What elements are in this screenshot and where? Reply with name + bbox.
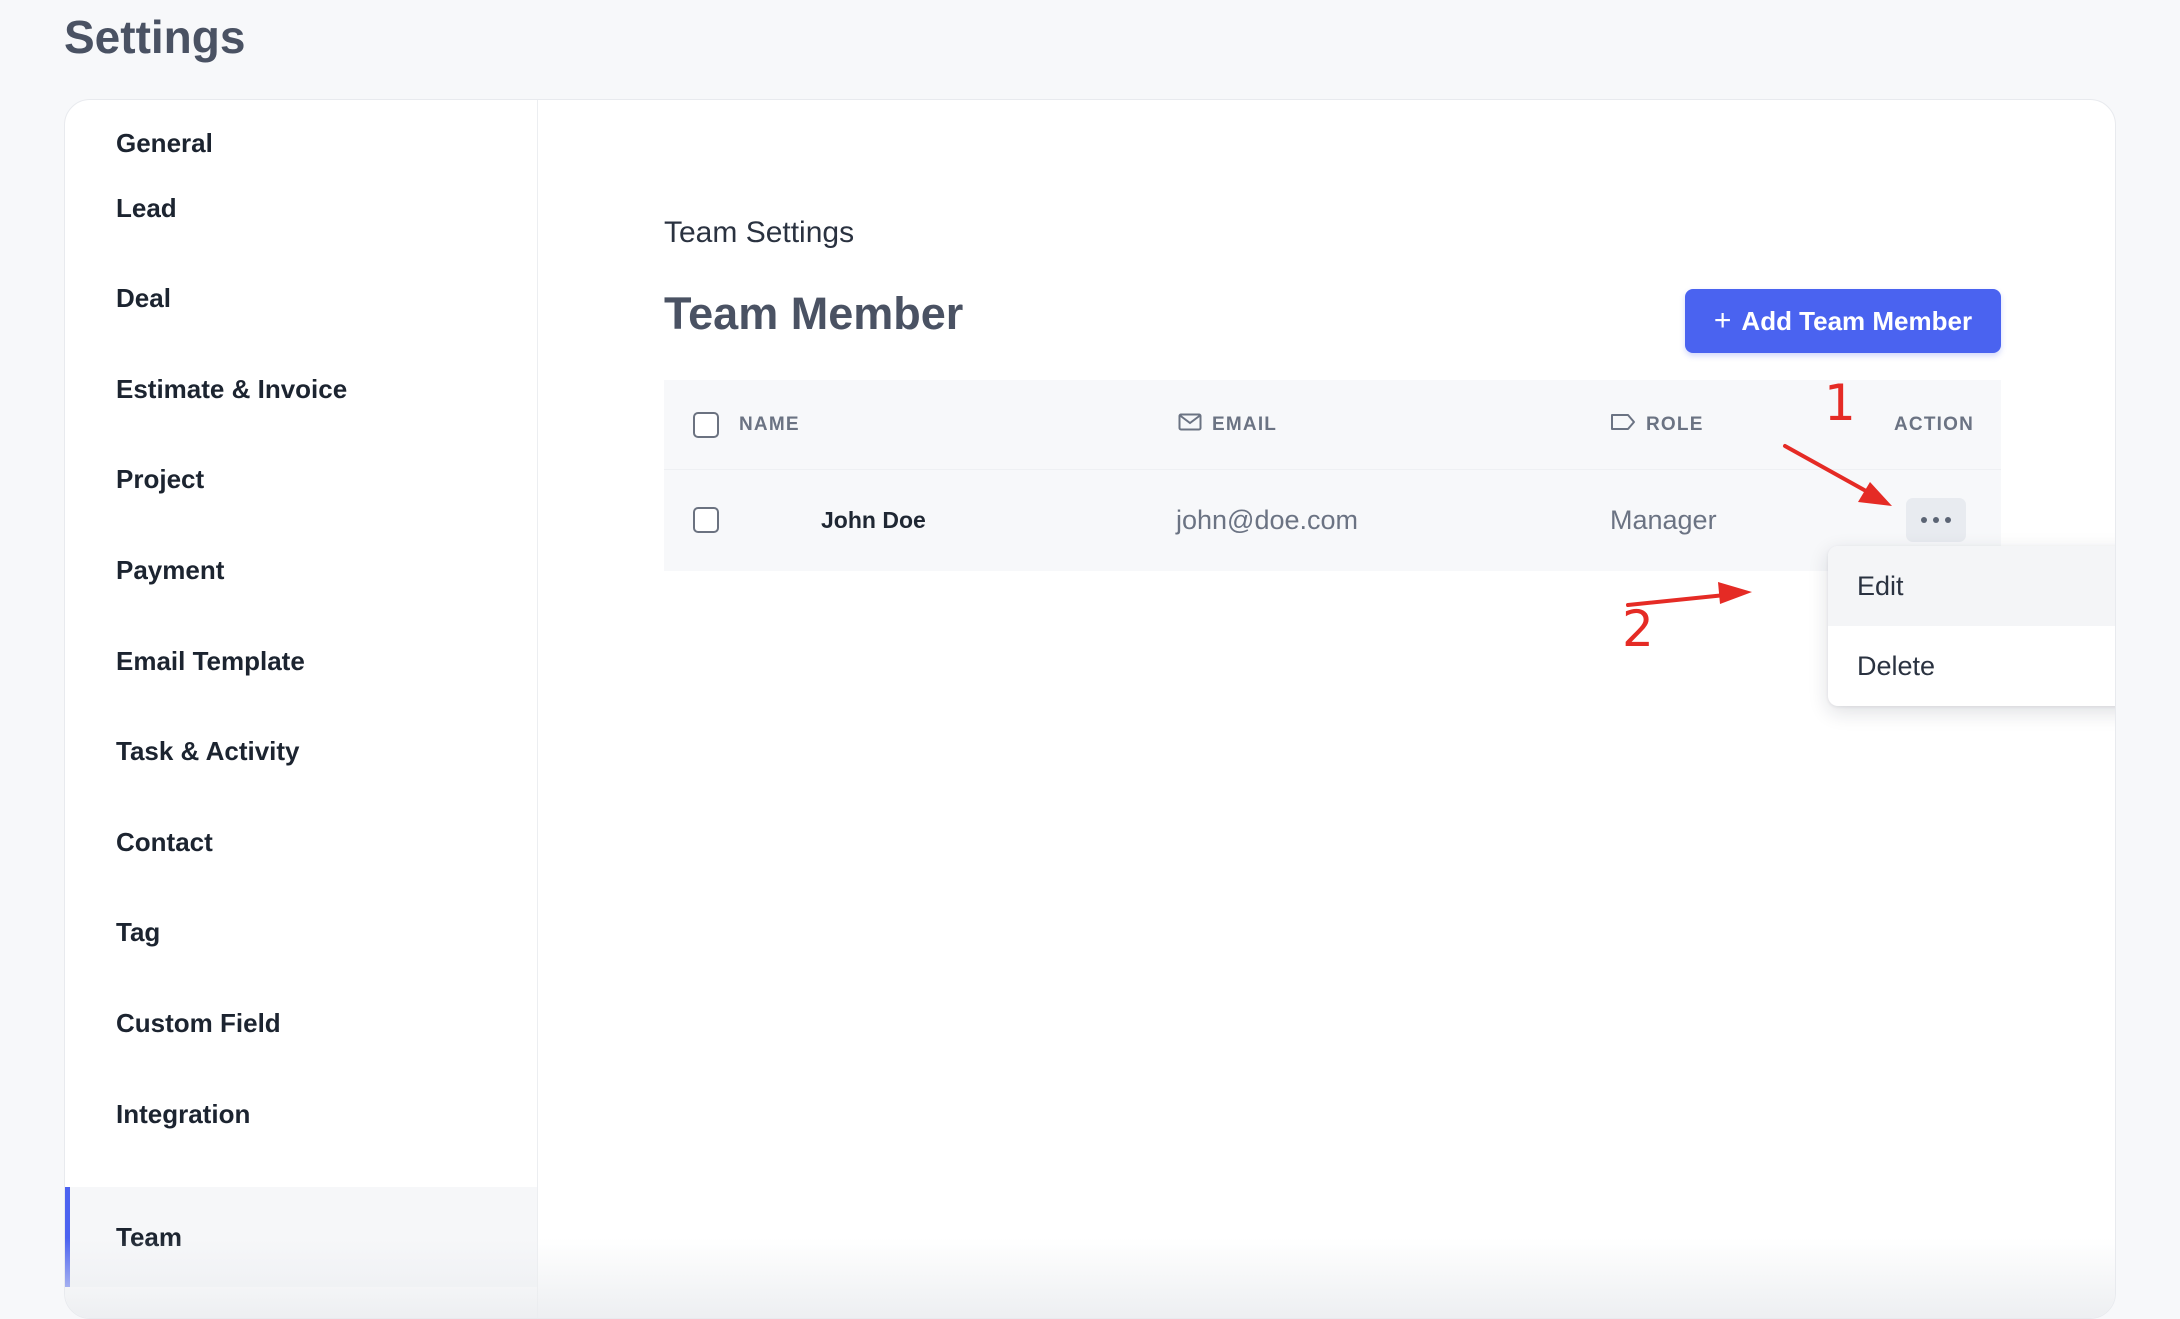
annotation-marker-2: 2 [1622, 600, 1654, 658]
arrow-icon [1783, 444, 1892, 506]
annotation-overlay [1626, 444, 1892, 607]
annotation-marker-1: 1 [1824, 374, 1856, 432]
